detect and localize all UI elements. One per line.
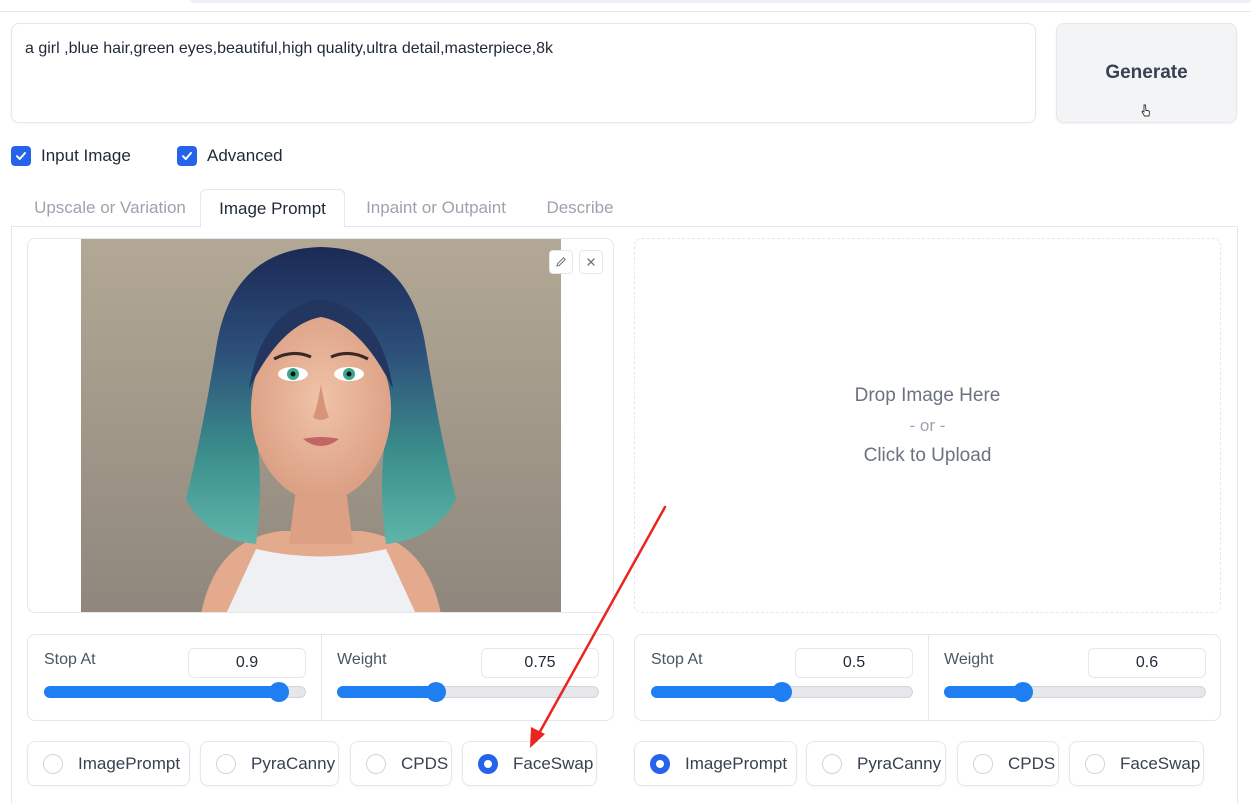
stop-at-value-input[interactable]: 0.9	[188, 648, 306, 678]
radio-label: PyraCanny	[857, 753, 942, 773]
radio-label: FaceSwap	[1120, 753, 1201, 773]
weight-track[interactable]	[337, 682, 599, 702]
stop-at-fill	[651, 686, 781, 698]
clear-image-button[interactable]	[579, 250, 603, 274]
radio-dot[interactable]	[822, 753, 842, 774]
check-icon	[182, 152, 192, 160]
drop-or-text: - or -	[909, 415, 946, 435]
stop-at-value-input[interactable]: 0.5	[795, 648, 913, 678]
weight-thumb[interactable]	[1013, 682, 1033, 702]
weight-track[interactable]	[944, 682, 1206, 702]
radio-label: ImagePrompt	[78, 753, 181, 773]
image-upload-slot-1[interactable]	[27, 238, 614, 613]
weight-label: Weight	[944, 651, 994, 668]
hand-cursor-icon	[1141, 104, 1150, 117]
prompt-box: a girl ,blue hair,green eyes,beautiful,h…	[11, 23, 1036, 123]
radio-dot[interactable]	[973, 753, 993, 774]
radio-imageprompt[interactable]: ImagePrompt	[634, 741, 797, 786]
advanced-label: Advanced	[207, 146, 283, 165]
close-icon	[587, 258, 595, 266]
pencil-icon	[556, 257, 566, 267]
stop-at-thumb[interactable]	[269, 682, 289, 702]
weight-value-input[interactable]: 0.6	[1088, 648, 1206, 678]
radio-dot[interactable]	[650, 753, 670, 774]
advanced-checkbox[interactable]	[177, 146, 197, 166]
tab-bar: Upscale or Variation Image Prompt Inpain…	[11, 189, 1238, 227]
radio-imageprompt[interactable]: ImagePrompt	[27, 741, 190, 786]
radio-pyracanny[interactable]: PyraCanny	[806, 741, 946, 786]
portrait-image	[81, 239, 561, 612]
check-icon	[16, 152, 26, 160]
stop-at-label: Stop At	[651, 651, 703, 668]
radio-label: ImagePrompt	[685, 753, 788, 773]
tab-image-prompt[interactable]: Image Prompt	[200, 189, 345, 227]
top-strip	[0, 0, 1251, 12]
radio-cpds[interactable]: CPDS	[957, 741, 1059, 786]
weight-fill	[337, 686, 435, 698]
weight-thumb[interactable]	[425, 682, 446, 702]
radio-dot[interactable]	[478, 753, 498, 774]
prompt-input[interactable]: a girl ,blue hair,green eyes,beautiful,h…	[25, 38, 1022, 108]
slider-card-left: Stop At 0.9 Weight 0.75	[27, 634, 614, 721]
radio-faceswap[interactable]: FaceSwap	[462, 741, 597, 786]
edit-image-button[interactable]	[549, 250, 573, 274]
radio-dot[interactable]	[43, 753, 63, 774]
stop-at-track[interactable]	[651, 682, 913, 702]
radio-label: PyraCanny	[251, 753, 336, 773]
slider-card-right: Stop At 0.5 Weight 0.6	[634, 634, 1221, 721]
upload-text: Click to Upload	[863, 444, 992, 466]
image-drop-zone[interactable]: Drop Image Here - or - Click to Upload	[634, 238, 1221, 613]
input-image-label: Input Image	[41, 146, 131, 165]
radio-label: FaceSwap	[513, 753, 594, 773]
stop-at-slider-left: Stop At 0.9	[28, 635, 321, 721]
input-image-option[interactable]: Input Image	[11, 145, 131, 167]
weight-slider-left: Weight 0.75	[321, 635, 614, 721]
stop-at-fill	[44, 686, 278, 698]
stop-at-label: Stop At	[44, 651, 96, 668]
input-image-checkbox[interactable]	[11, 146, 31, 166]
tab-describe[interactable]: Describe	[536, 189, 624, 227]
radio-cpds[interactable]: CPDS	[350, 741, 452, 786]
radio-dot[interactable]	[1085, 753, 1105, 774]
stop-at-slider-right: Stop At 0.5	[635, 635, 928, 721]
drop-text: Drop Image Here	[854, 384, 1001, 406]
weight-fill	[944, 686, 1022, 698]
radio-dot[interactable]	[216, 753, 236, 774]
radio-label: CPDS	[1008, 753, 1056, 773]
stop-at-thumb[interactable]	[772, 682, 792, 702]
radio-dot[interactable]	[366, 753, 386, 774]
weight-label: Weight	[337, 651, 387, 668]
weight-value-input[interactable]: 0.75	[481, 648, 599, 678]
advanced-option[interactable]: Advanced	[177, 145, 283, 167]
tab-upscale-or-variation[interactable]: Upscale or Variation	[19, 189, 201, 227]
weight-slider-right: Weight 0.6	[928, 635, 1221, 721]
radio-label: CPDS	[401, 753, 449, 773]
radio-faceswap[interactable]: FaceSwap	[1069, 741, 1204, 786]
top-tab-edge	[190, 0, 1251, 3]
stop-at-track[interactable]	[44, 682, 306, 702]
tab-inpaint-or-outpaint[interactable]: Inpaint or Outpaint	[354, 189, 518, 227]
radio-pyracanny[interactable]: PyraCanny	[200, 741, 339, 786]
